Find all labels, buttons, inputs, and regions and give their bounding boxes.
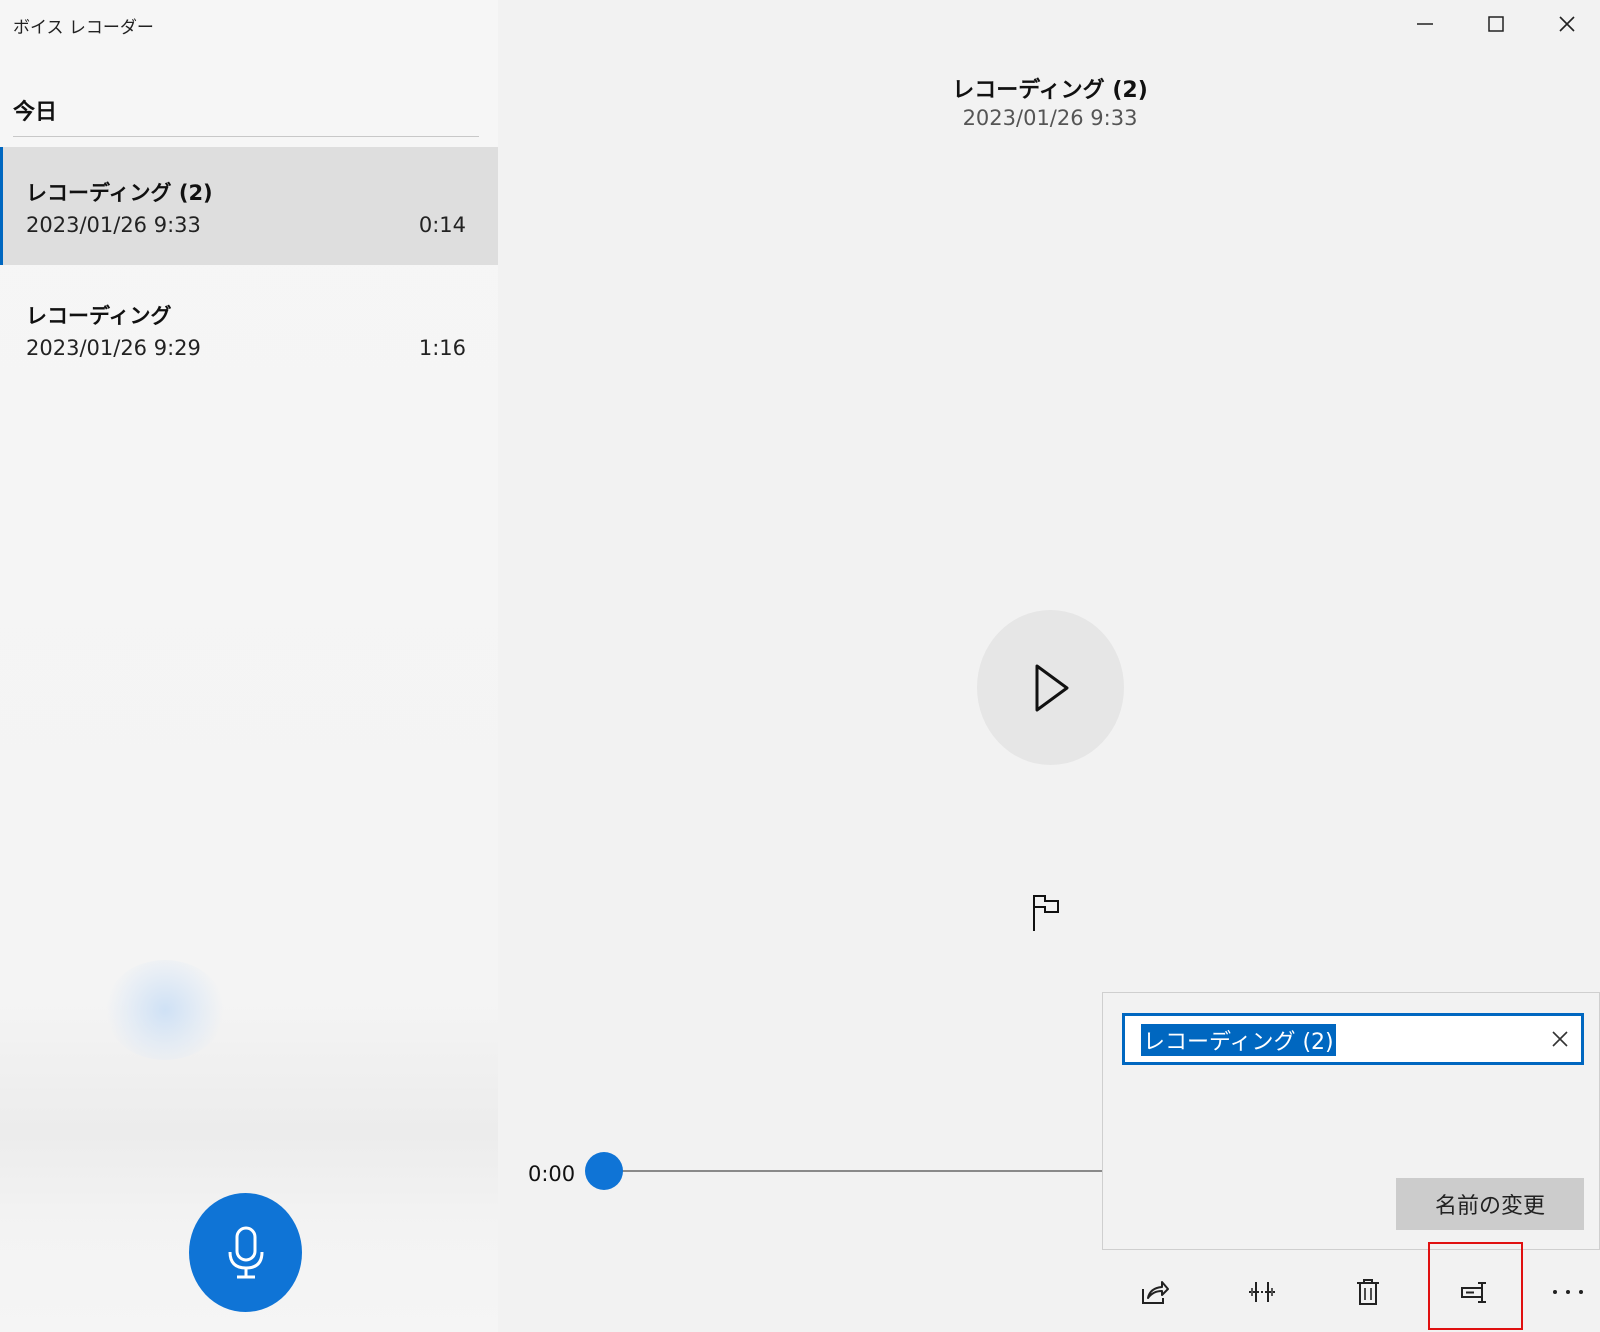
flag-icon <box>1033 895 1059 931</box>
more-button[interactable] <box>1540 1266 1596 1318</box>
more-icon <box>1553 1290 1583 1294</box>
minimize-icon <box>1417 23 1433 25</box>
microphone-icon <box>228 1226 263 1278</box>
recordings-pane: ボイス レコーダー 今日 レコーディング (2) 2023/01/26 9:33… <box>0 0 498 1332</box>
app-title: ボイス レコーダー <box>13 18 154 38</box>
close-icon <box>1559 16 1575 32</box>
recording-item-selected[interactable]: レコーディング (2) 2023/01/26 9:33 0:14 <box>0 147 498 265</box>
recording-item[interactable]: レコーディング 2023/01/26 9:29 1:16 <box>0 270 498 388</box>
maximize-button[interactable] <box>1461 0 1531 48</box>
recording-date: 2023/01/26 9:29 <box>26 336 201 360</box>
minimize-button[interactable] <box>1390 0 1460 48</box>
recording-timestamp: 2023/01/26 9:33 <box>962 106 1138 130</box>
current-time: 0:00 <box>528 1162 576 1186</box>
recording-title: レコーディング (2) <box>952 78 1148 103</box>
clear-icon <box>1552 1031 1568 1047</box>
share-button[interactable] <box>1127 1266 1183 1318</box>
record-button[interactable] <box>189 1193 302 1312</box>
section-header-today: 今日 <box>13 100 58 125</box>
rename-input-value[interactable]: レコーディング (2) <box>1141 1024 1336 1056</box>
recording-name: レコーディング (2) <box>26 181 213 205</box>
rename-input[interactable]: レコーディング (2) <box>1122 1013 1584 1065</box>
delete-icon <box>1357 1279 1379 1305</box>
clear-input-button[interactable] <box>1547 1026 1573 1052</box>
recording-duration: 1:16 <box>418 336 466 360</box>
section-divider <box>13 136 479 137</box>
play-icon <box>1035 664 1068 711</box>
add-marker-button[interactable] <box>1030 893 1070 937</box>
highlight-box <box>1428 1242 1523 1330</box>
recording-duration: 0:14 <box>418 213 466 237</box>
close-button[interactable] <box>1532 0 1600 48</box>
play-button[interactable] <box>977 610 1124 765</box>
rename-confirm-button[interactable]: 名前の変更 <box>1396 1178 1584 1230</box>
recording-name: レコーディング <box>26 304 172 328</box>
playback-track[interactable] <box>622 1170 1102 1172</box>
maximize-icon <box>1488 16 1504 32</box>
delete-button[interactable] <box>1340 1266 1396 1318</box>
playback-slider-thumb[interactable] <box>585 1152 623 1190</box>
recording-date: 2023/01/26 9:33 <box>26 213 201 237</box>
trim-icon <box>1249 1282 1275 1302</box>
share-icon <box>1142 1281 1169 1304</box>
trim-button[interactable] <box>1234 1266 1290 1318</box>
background-blur <box>105 960 225 1060</box>
rename-flyout: レコーディング (2) 名前の変更 <box>1102 992 1600 1250</box>
